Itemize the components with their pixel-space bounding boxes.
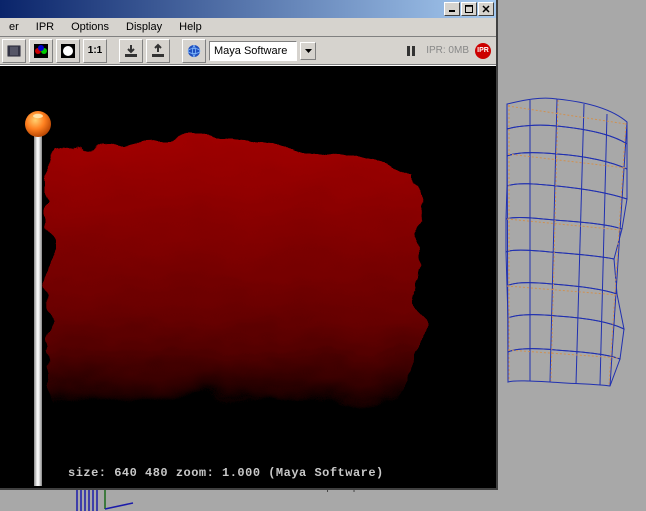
redo-render-button[interactable] (2, 39, 26, 63)
down-arrow-icon (123, 43, 139, 59)
render-region-button[interactable] (29, 39, 53, 63)
one-to-one-label: 1:1 (88, 45, 102, 56)
ipr-render-button[interactable] (182, 39, 206, 63)
maximize-button[interactable] (461, 2, 477, 16)
titlebar[interactable] (0, 0, 496, 18)
one-to-one-button[interactable]: 1:1 (83, 39, 107, 63)
menu-file-truncated[interactable]: er (2, 19, 26, 35)
menu-display[interactable]: Display (119, 19, 169, 35)
minimize-button[interactable] (444, 2, 460, 16)
globe-icon (186, 43, 202, 59)
menu-options[interactable]: Options (64, 19, 116, 35)
toolbar: 1:1 Maya Software IPR: 0MB IPR (0, 37, 496, 65)
film-icon (6, 43, 22, 59)
snapshot-icon (60, 43, 76, 59)
render-icon (33, 43, 49, 59)
chevron-down-icon (305, 49, 312, 53)
menu-ipr[interactable]: IPR (29, 19, 61, 35)
pause-button[interactable] (402, 42, 420, 60)
render-viewport[interactable]: size: 640 480 zoom: 1.000 (Maya Software… (0, 65, 496, 488)
ipr-status-label: IPR: 0MB (423, 45, 472, 56)
renderer-selected-label: Maya Software (214, 45, 287, 57)
wireframe-mesh (502, 94, 632, 394)
menu-help[interactable]: Help (172, 19, 209, 35)
up-arrow-icon (150, 43, 166, 59)
keep-image-button[interactable] (119, 39, 143, 63)
snapshot-button[interactable] (56, 39, 80, 63)
dropdown-arrow-button[interactable] (300, 42, 316, 60)
render-view-window: er IPR Options Display Help 1:1 Maya S (0, 0, 498, 490)
menubar: er IPR Options Display Help (0, 18, 496, 37)
pause-icon (406, 46, 416, 56)
renderer-dropdown[interactable]: Maya Software (209, 41, 297, 61)
ipr-badge-icon: IPR (475, 43, 491, 59)
close-button[interactable] (478, 2, 494, 16)
remove-image-button[interactable] (146, 39, 170, 63)
render-status-text: size: 640 480 zoom: 1.000 (Maya Software… (68, 466, 384, 480)
rendered-flag-image (0, 66, 496, 486)
